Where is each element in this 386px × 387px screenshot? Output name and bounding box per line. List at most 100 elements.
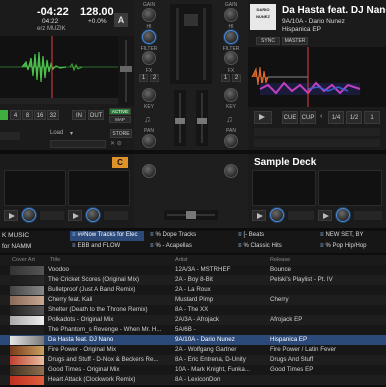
mixer-lo-knob-a[interactable] — [142, 88, 156, 102]
favorite-item[interactable]: ≡ [- Beats — [236, 231, 314, 241]
deck-b-master-button[interactable]: MASTER — [282, 37, 308, 45]
deck-b-play-button[interactable] — [254, 111, 272, 124]
favorite-item[interactable]: ≡ % Dope Tracks — [148, 231, 230, 241]
deck-a-cue-slots[interactable] — [50, 140, 106, 148]
deck-a-loop-size-4[interactable]: 4 — [10, 110, 21, 120]
deck-c-controls-2[interactable] — [104, 211, 128, 220]
table-row[interactable]: Good Times - Original Mix 10A - Mark Knig… — [0, 365, 386, 375]
mixer-lower-knob-a[interactable] — [142, 164, 156, 178]
deck-b-loop-size-quarter[interactable]: 1/4 — [328, 111, 344, 124]
deck-b-lower-controls[interactable] — [254, 128, 380, 136]
crossfader[interactable] — [164, 210, 218, 220]
table-row[interactable]: Fire Power - Original Mix 2A - Wolfgang G… — [0, 345, 386, 355]
deck-a-out-button[interactable]: OUT — [88, 110, 104, 120]
deck-a-in-button[interactable]: IN — [72, 110, 86, 120]
deck-b-loop-arrow-icon[interactable]: ‹ — [320, 113, 322, 120]
deck-a-hotcue-icons[interactable]: ✕ ⊘ — [110, 140, 132, 148]
deck-c-slot-2[interactable] — [68, 170, 130, 206]
table-row[interactable]: Voodoo 12A/3A - MSTRHEF Bounce — [0, 265, 386, 275]
table-row[interactable]: Shelter (Death to the Throne Remix) 8A - … — [0, 305, 386, 315]
mixer-pan-knob-a[interactable] — [142, 134, 156, 148]
deck-d-controls-1[interactable] — [288, 211, 314, 220]
deck-d-controls-2[interactable] — [354, 211, 382, 220]
deck-a-loop-size-16[interactable]: 16 — [34, 110, 46, 120]
table-row[interactable]: Drugs and Stuff - D-Nox & Beckers Re... 8… — [0, 355, 386, 365]
deck-a-loop-button[interactable] — [0, 110, 8, 120]
mixer-lower-knob-b[interactable] — [224, 164, 238, 178]
mixer-pan-knob-b[interactable] — [224, 134, 238, 148]
deck-b-waveform[interactable] — [248, 47, 386, 107]
favorite-item[interactable]: ≡ NEW SET, BY — [318, 231, 386, 241]
deck-b-cup-button[interactable]: CUP — [300, 111, 316, 124]
deck-c-volume-knob-2[interactable] — [86, 208, 100, 222]
mixer-gain-knob-a[interactable] — [142, 8, 156, 22]
mixer-hi-knob-b[interactable] — [224, 30, 238, 44]
deck-a-letter: A — [114, 13, 128, 27]
table-row[interactable]: The Phantom_s Revenge - When Mr. H... 5A/… — [0, 325, 386, 335]
mixer-mid-knob-a[interactable] — [142, 51, 156, 65]
deck-c-play-button-2[interactable] — [68, 210, 82, 221]
deck-d-volume-knob-2[interactable] — [336, 208, 350, 222]
deck-a-store-button[interactable]: STORE — [110, 129, 132, 138]
table-row[interactable]: Polkadots - Original Mix 2A/3A - Afrojack… — [0, 315, 386, 325]
deck-d-slot-2[interactable] — [318, 170, 382, 206]
deck-a-loop-size-32[interactable]: 32 — [47, 110, 59, 120]
deck-b-cue-button[interactable]: CUE — [282, 111, 298, 124]
column-header-release[interactable]: Release — [270, 255, 290, 265]
headphones-icon[interactable]: ♫ — [144, 114, 151, 124]
column-header-cover-art[interactable]: Cover Art — [12, 255, 35, 265]
deck-c-controls-1[interactable] — [40, 211, 64, 220]
mixer-channel-fader-a-handle[interactable] — [175, 118, 185, 124]
table-row[interactable]: Heart Attack (Clockwork Remix) 8A - Lexic… — [0, 375, 386, 385]
deck-d-play-button-2[interactable] — [318, 210, 332, 221]
table-row[interactable]: Da Hasta feat. DJ Nano 9A/10A - Dario Nun… — [0, 335, 386, 345]
mixer-channel-fader-b-handle[interactable] — [197, 118, 207, 124]
table-row[interactable]: The Cricket Scores (Original Mix) 2A - Bo… — [0, 275, 386, 285]
mixer-gain-knob-b[interactable] — [224, 8, 238, 22]
deck-a-pitch-fader-handle[interactable] — [120, 66, 132, 72]
favorite-item[interactable]: for NAMM — [2, 243, 31, 250]
mixer-fx1-button-a[interactable]: 1 — [139, 74, 148, 82]
deck-c-slot-1[interactable] — [4, 170, 66, 206]
mixer-channel-fader-a[interactable] — [174, 90, 186, 146]
mixer-key-label-b: KEY — [225, 104, 236, 110]
track-title: Voodoo — [46, 265, 173, 275]
mixer-fx2-button-b[interactable]: 2 — [232, 74, 241, 82]
mixer-hi-knob-a[interactable] — [142, 30, 156, 44]
favorite-item[interactable]: K MUSIC — [2, 232, 29, 239]
deck-a-pitch-fader[interactable] — [118, 36, 134, 106]
track-artist: 10A - Mark Knight, Funka... — [173, 365, 268, 375]
deck-a-active-button[interactable]: ACTIVE — [109, 108, 131, 115]
favorite-item[interactable]: ≡ % Classic Hits — [236, 242, 314, 252]
deck-b-lower-controls-2[interactable] — [254, 139, 380, 147]
favorite-item[interactable]: ≡ % - Acapellas — [148, 242, 230, 252]
column-header-title[interactable]: Title — [50, 255, 60, 265]
crossfader-handle[interactable] — [186, 211, 196, 219]
table-row[interactable]: Cherry feat. Kali Mustard Pimp Cherry — [0, 295, 386, 305]
headphones-icon[interactable]: ♫ — [226, 114, 233, 124]
deck-a-waveform[interactable] — [0, 36, 118, 98]
mixer-fx1-button-b[interactable]: 1 — [221, 74, 230, 82]
deck-a-overview[interactable] — [0, 98, 118, 104]
deck-a-loop-size-8[interactable]: 8 — [22, 110, 33, 120]
deck-d-play-button-1[interactable] — [252, 210, 266, 221]
deck-d-volume-knob-1[interactable] — [270, 208, 284, 222]
favorite-item[interactable]: ≡ ##Now Tracks for Elec — [70, 231, 144, 241]
column-header-artist[interactable]: Artist — [175, 255, 188, 265]
mixer-fx2-button-a[interactable]: 2 — [150, 74, 159, 82]
deck-b-loop-size-1[interactable]: 1 — [364, 111, 380, 124]
table-row[interactable]: Bulletproof (Just A Band Remix) 2A - La R… — [0, 285, 386, 295]
favorite-item[interactable]: ≡ % Pop Hip/Hop — [318, 242, 386, 252]
mixer-channel-fader-b[interactable] — [196, 90, 208, 146]
mixer-lo-knob-b[interactable] — [224, 88, 238, 102]
deck-b-loop-size-half[interactable]: 1/2 — [346, 111, 362, 124]
deck-b-sync-button[interactable]: SYNC — [256, 37, 280, 45]
mixer-mid-knob-b[interactable] — [224, 51, 238, 65]
deck-c-volume-knob-1[interactable] — [22, 208, 36, 222]
deck-d-slot-1[interactable] — [252, 170, 316, 206]
deck-c-play-button-1[interactable] — [4, 210, 18, 221]
favorite-item[interactable]: ≡ EBB and FLOW — [70, 242, 144, 252]
chevron-down-icon[interactable]: ▾ — [70, 130, 73, 137]
deck-a-map-button[interactable]: MAP — [109, 116, 131, 123]
deck-a-small-left-controls[interactable] — [0, 132, 20, 140]
